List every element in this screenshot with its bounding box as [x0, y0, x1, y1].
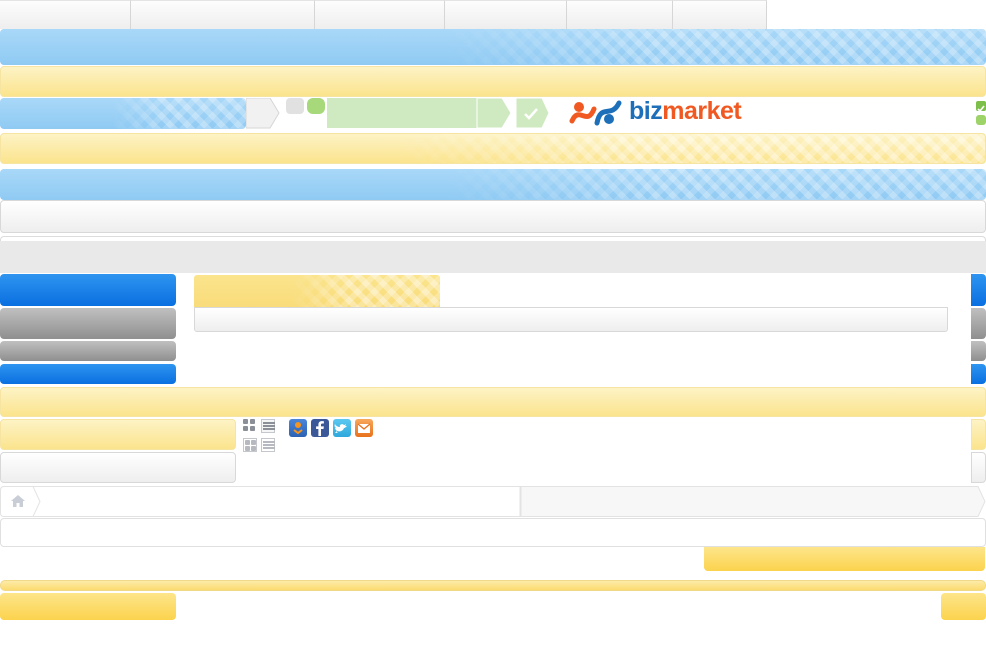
side-button-blue-2[interactable] — [0, 364, 176, 384]
banner-blue — [0, 169, 986, 200]
list-view-icon-alt[interactable] — [261, 438, 275, 452]
checkbox-icon[interactable] — [976, 101, 986, 113]
content-header — [0, 241, 986, 273]
top-tab-1[interactable] — [0, 0, 131, 29]
bizmarket-logo[interactable]: bizmarket — [569, 97, 749, 129]
step-check — [515, 97, 550, 129]
side-button-blue-1[interactable] — [0, 274, 176, 306]
filter-box-yellow[interactable] — [0, 419, 236, 450]
footer-bar-yellow — [0, 580, 986, 591]
email-icon[interactable] — [355, 419, 373, 437]
step-arrow-1 — [245, 97, 280, 129]
side-button-gray-right-1[interactable] — [971, 308, 986, 339]
facebook-icon[interactable] — [311, 419, 329, 437]
side-button-blue-right-2[interactable] — [971, 364, 986, 384]
top-tab-5[interactable] — [567, 0, 673, 29]
home-icon[interactable] — [10, 494, 26, 508]
logo-text-market: market — [662, 97, 742, 125]
list-view-icon[interactable] — [261, 419, 275, 433]
footer-button-yellow-left[interactable] — [0, 593, 176, 620]
content-row — [0, 518, 986, 547]
grid-view-icon[interactable] — [243, 419, 257, 433]
breadcrumb — [0, 486, 986, 517]
side-button-gray-right-2[interactable] — [971, 341, 986, 361]
status-dot-icon — [976, 115, 986, 125]
menu-block-blue[interactable] — [0, 98, 246, 129]
step-dot-gray — [286, 98, 304, 114]
step-dot-green — [307, 98, 325, 114]
filter-box-grey[interactable] — [0, 452, 236, 483]
side-button-gray-2[interactable] — [0, 341, 176, 361]
footer-button-yellow-right[interactable] — [941, 593, 986, 620]
filter-box-grey-right — [971, 452, 986, 483]
banner-yellow — [0, 133, 986, 164]
content-panel — [194, 307, 948, 332]
side-button-blue-right-1[interactable] — [971, 274, 986, 306]
grid-view-icon-alt[interactable] — [243, 438, 257, 452]
side-button-gray-1[interactable] — [0, 308, 176, 339]
step-progress-green — [327, 97, 517, 129]
twitter-icon[interactable] — [333, 419, 351, 437]
top-tab-3[interactable] — [315, 0, 445, 29]
top-tab-2[interactable] — [131, 0, 315, 29]
top-tab-4[interactable] — [445, 0, 567, 29]
top-tab-6[interactable] — [673, 0, 767, 29]
logo-text-biz: biz — [629, 97, 663, 125]
odnoklassniki-icon[interactable] — [289, 419, 307, 437]
action-button-yellow[interactable] — [704, 547, 985, 571]
bizmarket-logo-icon — [569, 100, 622, 126]
info-bar-yellow — [0, 387, 986, 417]
content-tab-yellow[interactable] — [194, 275, 440, 307]
search-bar[interactable] — [0, 200, 986, 233]
header-bar-blue — [0, 29, 986, 65]
header-bar-yellow — [0, 66, 986, 97]
filter-box-yellow-right — [971, 419, 986, 450]
